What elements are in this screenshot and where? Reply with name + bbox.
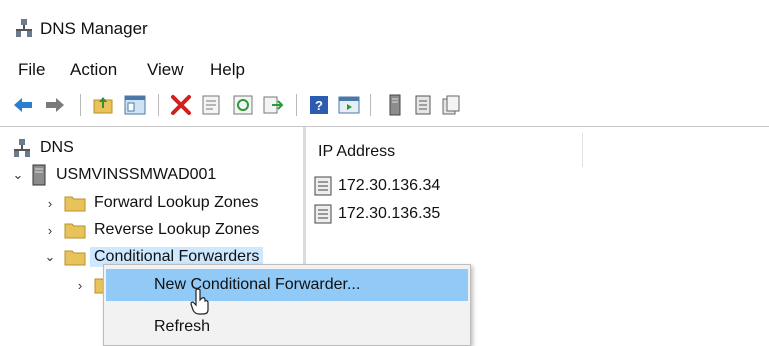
menu-item-label: Refresh	[154, 318, 211, 335]
tree-node-forward-lookup-zones[interactable]: › Forward Lookup Zones	[42, 190, 259, 216]
menu-bar: File Action View Help	[0, 58, 769, 84]
console-icon[interactable]	[338, 94, 360, 116]
folder-icon	[64, 196, 86, 212]
show-hide-tree-icon[interactable]	[124, 94, 146, 116]
list-item[interactable]: 172.30.136.34	[314, 174, 440, 198]
toolbar-separator	[80, 94, 81, 116]
dns-app-icon	[16, 19, 32, 37]
server-icon	[32, 164, 46, 186]
back-arrow-icon[interactable]	[12, 94, 34, 116]
list-icon[interactable]	[412, 94, 434, 116]
record-icon	[314, 176, 332, 196]
title-bar: DNS Manager	[0, 0, 769, 52]
folder-icon	[64, 250, 86, 266]
list-item[interactable]: 172.30.136.35	[314, 202, 440, 226]
menu-item-refresh[interactable]: Refresh	[106, 311, 468, 343]
toolbar-separator	[158, 94, 159, 116]
column-header-ip-address[interactable]: IP Address	[318, 143, 395, 161]
tree-node-dns[interactable]: DNS	[14, 135, 74, 161]
chevron-right-icon[interactable]: ›	[72, 277, 88, 293]
column-separator[interactable]	[582, 133, 583, 167]
menu-file[interactable]: File	[18, 60, 45, 80]
menu-item-new-conditional-forwarder[interactable]: New Conditional Forwarder...	[106, 269, 468, 301]
toolbar-separator	[296, 94, 297, 116]
delete-icon[interactable]	[170, 94, 192, 116]
properties-icon[interactable]	[200, 94, 222, 116]
server-icon[interactable]	[384, 94, 406, 116]
tree-node-server[interactable]: ⌄ USMVINSSMWAD001	[10, 162, 216, 188]
copy-icon[interactable]	[440, 94, 462, 116]
menu-help[interactable]: Help	[210, 60, 245, 80]
chevron-right-icon[interactable]: ›	[42, 195, 58, 211]
window-title: DNS Manager	[40, 19, 148, 38]
chevron-right-icon[interactable]: ›	[42, 222, 58, 238]
menu-item-label: New Conditional Forwarder...	[154, 276, 361, 293]
export-list-icon[interactable]	[262, 94, 284, 116]
refresh-icon[interactable]	[232, 94, 254, 116]
tree-label: Forward Lookup Zones	[94, 194, 259, 211]
chevron-down-icon[interactable]: ⌄	[10, 167, 26, 183]
toolbar-separator	[370, 94, 371, 116]
tree-label: Reverse Lookup Zones	[94, 221, 260, 238]
tree-label: USMVINSSMWAD001	[56, 166, 217, 183]
tree-node-reverse-lookup-zones[interactable]: › Reverse Lookup Zones	[42, 217, 259, 243]
up-folder-icon[interactable]	[92, 94, 114, 116]
chevron-down-icon[interactable]: ⌄	[42, 249, 58, 265]
ip-address-value: 172.30.136.34	[338, 177, 441, 194]
dns-icon	[14, 139, 30, 157]
menu-view[interactable]: View	[147, 60, 184, 80]
toolbar: ?	[0, 88, 769, 122]
menu-action[interactable]: Action	[70, 60, 117, 80]
tree-label: DNS	[40, 139, 74, 156]
svg-text:?: ?	[315, 98, 323, 113]
hand-cursor-icon	[190, 288, 209, 315]
folder-icon	[64, 223, 86, 239]
help-icon[interactable]: ?	[308, 94, 330, 116]
record-icon	[314, 204, 332, 224]
ip-address-value: 172.30.136.35	[338, 205, 441, 222]
forward-arrow-icon[interactable]	[44, 94, 66, 116]
